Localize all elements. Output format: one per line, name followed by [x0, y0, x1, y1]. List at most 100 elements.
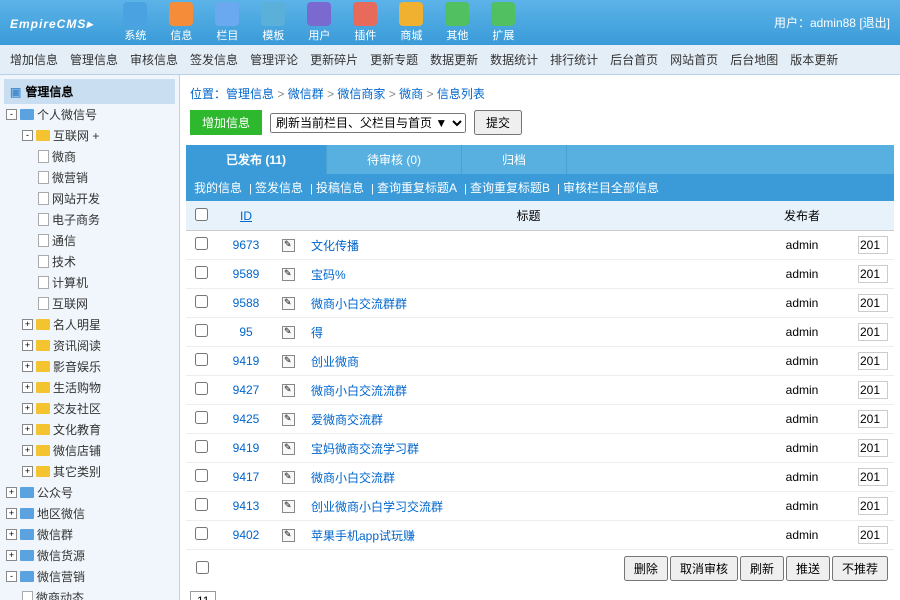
row-date-input[interactable]	[858, 468, 888, 486]
subnav-后台地图[interactable]: 后台地图	[730, 51, 778, 68]
tree-item-微商动态[interactable]: 微商动态	[36, 589, 84, 600]
row-title-link[interactable]: 宝妈微商交流学习群	[311, 442, 419, 456]
row-date-input[interactable]	[858, 526, 888, 544]
tree-item-影音娱乐[interactable]: 影音娱乐	[53, 358, 101, 375]
logout-link[interactable]: [退出]	[859, 16, 890, 30]
tree-toggle-icon[interactable]: -	[6, 571, 17, 582]
action-取消审核[interactable]: 取消审核	[670, 556, 738, 581]
filter-投稿信息[interactable]: 投稿信息	[316, 181, 364, 195]
add-info-button[interactable]: 增加信息	[190, 110, 262, 135]
edit-icon[interactable]	[282, 471, 295, 484]
submit-button[interactable]: 提交	[474, 110, 522, 135]
tree-toggle-icon[interactable]: +	[22, 382, 33, 393]
nav-栏目[interactable]: 栏目	[205, 0, 249, 45]
tree-item-微信货源[interactable]: 微信货源	[37, 547, 85, 564]
subnav-管理信息[interactable]: 管理信息	[70, 51, 118, 68]
tree-toggle-icon[interactable]: -	[22, 130, 33, 141]
edit-icon[interactable]	[282, 355, 295, 368]
subnav-数据统计[interactable]: 数据统计	[490, 51, 538, 68]
select-all-bottom-checkbox[interactable]	[196, 561, 209, 574]
row-title-link[interactable]: 爱微商交流群	[311, 413, 383, 427]
row-title-link[interactable]: 创业微商	[311, 355, 359, 369]
refresh-select[interactable]: 刷新当前栏目、父栏目与首页 ▼	[270, 113, 466, 133]
edit-icon[interactable]	[282, 239, 295, 252]
row-id[interactable]: 9425	[233, 412, 260, 426]
row-checkbox[interactable]	[195, 237, 208, 250]
subnav-管理评论[interactable]: 管理评论	[250, 51, 298, 68]
tree-toggle-icon[interactable]: +	[22, 340, 33, 351]
breadcrumb-信息列表[interactable]: 信息列表	[437, 87, 485, 101]
row-id[interactable]: 9417	[233, 470, 260, 484]
tree-toggle-icon[interactable]: +	[6, 550, 17, 561]
breadcrumb-微商[interactable]: 微商	[399, 87, 423, 101]
edit-icon[interactable]	[282, 529, 295, 542]
edit-icon[interactable]	[282, 413, 295, 426]
tree-toggle-icon[interactable]: +	[22, 466, 33, 477]
row-date-input[interactable]	[858, 497, 888, 515]
row-date-input[interactable]	[858, 294, 888, 312]
tree-item-通信[interactable]: 通信	[52, 232, 76, 249]
row-checkbox[interactable]	[195, 295, 208, 308]
tree-item-资讯阅读[interactable]: 资讯阅读	[53, 337, 101, 354]
subnav-排行统计[interactable]: 排行统计	[550, 51, 598, 68]
row-id[interactable]: 9673	[233, 238, 260, 252]
row-title-link[interactable]: 得	[311, 326, 323, 340]
row-checkbox[interactable]	[195, 498, 208, 511]
edit-icon[interactable]	[282, 326, 295, 339]
row-date-input[interactable]	[858, 381, 888, 399]
nav-用户[interactable]: 用户	[297, 0, 341, 45]
edit-icon[interactable]	[282, 500, 295, 513]
row-id[interactable]: 9588	[233, 296, 260, 310]
tree-item-电子商务[interactable]: 电子商务	[52, 211, 100, 228]
breadcrumb-微信群[interactable]: 微信群	[288, 87, 324, 101]
row-id[interactable]: 9413	[233, 499, 260, 513]
tree-item-公众号[interactable]: 公众号	[37, 484, 73, 501]
tree-item-微营销[interactable]: 微营销	[52, 169, 88, 186]
row-id[interactable]: 95	[239, 325, 252, 339]
tree-item-其它类别[interactable]: 其它类别	[53, 463, 101, 480]
select-all-checkbox[interactable]	[195, 208, 208, 221]
filter-查询重复标题B[interactable]: 查询重复标题B	[470, 181, 550, 195]
subnav-更新碎片[interactable]: 更新碎片	[310, 51, 358, 68]
tree-toggle-icon[interactable]: +	[22, 403, 33, 414]
row-date-input[interactable]	[858, 236, 888, 254]
row-title-link[interactable]: 苹果手机app试玩赚	[311, 529, 415, 543]
breadcrumb-管理信息[interactable]: 管理信息	[226, 87, 274, 101]
tree-item-微信店铺[interactable]: 微信店铺	[53, 442, 101, 459]
row-checkbox[interactable]	[195, 324, 208, 337]
tree-item-生活购物[interactable]: 生活购物	[53, 379, 101, 396]
tree-toggle-icon[interactable]: -	[6, 109, 17, 120]
row-id[interactable]: 9427	[233, 383, 260, 397]
action-刷新[interactable]: 刷新	[740, 556, 784, 581]
tree-item-技术[interactable]: 技术	[52, 253, 76, 270]
row-date-input[interactable]	[858, 352, 888, 370]
row-title-link[interactable]: 文化传播	[311, 239, 359, 253]
row-checkbox[interactable]	[195, 411, 208, 424]
action-删除[interactable]: 删除	[624, 556, 668, 581]
tab-已发布 (11)[interactable]: 已发布 (11)	[186, 145, 327, 174]
row-checkbox[interactable]	[195, 353, 208, 366]
row-id[interactable]: 9419	[233, 354, 260, 368]
row-date-input[interactable]	[858, 410, 888, 428]
row-id[interactable]: 9402	[233, 528, 260, 542]
nav-信息[interactable]: 信息	[159, 0, 203, 45]
tree-item-名人明星[interactable]: 名人明星	[53, 316, 101, 333]
tree-toggle-icon[interactable]: +	[6, 529, 17, 540]
tree-item-互联网[interactable]: 互联网 +	[53, 127, 99, 144]
tree-toggle-icon[interactable]: +	[6, 487, 17, 498]
nav-模板[interactable]: 模板	[251, 0, 295, 45]
subnav-更新专题[interactable]: 更新专题	[370, 51, 418, 68]
tree-item-交友社区[interactable]: 交友社区	[53, 400, 101, 417]
row-id[interactable]: 9589	[233, 267, 260, 281]
nav-插件[interactable]: 插件	[343, 0, 387, 45]
row-date-input[interactable]	[858, 439, 888, 457]
row-checkbox[interactable]	[195, 469, 208, 482]
row-checkbox[interactable]	[195, 382, 208, 395]
row-title-link[interactable]: 微商小白交流群群	[311, 297, 407, 311]
action-推送[interactable]: 推送	[786, 556, 830, 581]
breadcrumb-微信商家[interactable]: 微信商家	[337, 87, 385, 101]
row-title-link[interactable]: 微商小白交流群	[311, 471, 395, 485]
row-checkbox[interactable]	[195, 266, 208, 279]
row-title-link[interactable]: 宝码%	[311, 268, 346, 282]
tree-item-计算机[interactable]: 计算机	[52, 274, 88, 291]
